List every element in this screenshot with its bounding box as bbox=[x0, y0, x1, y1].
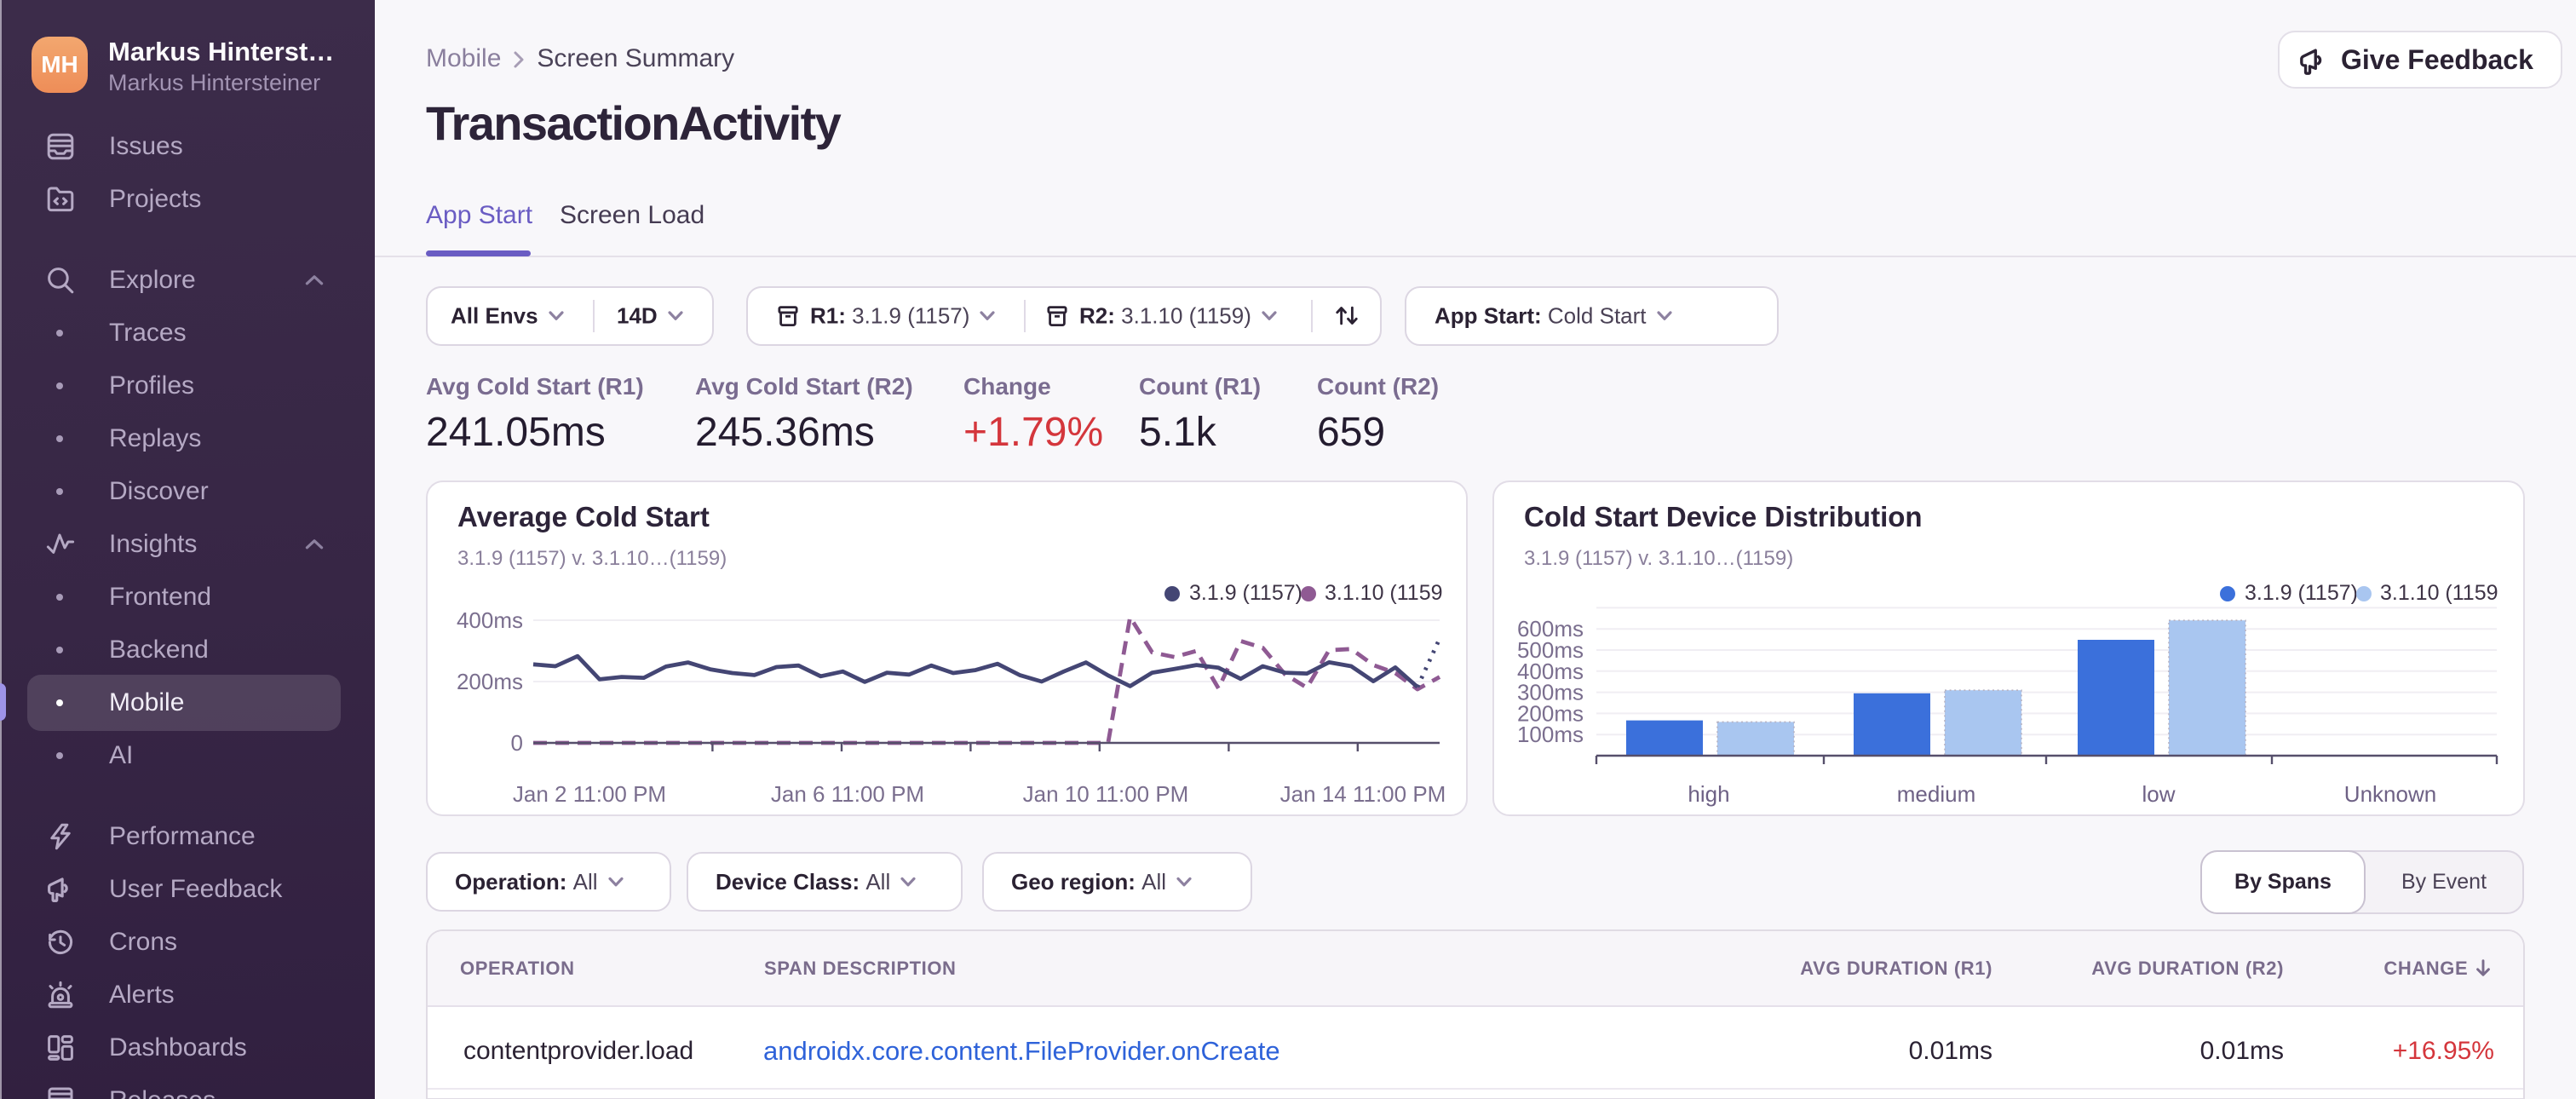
svg-text:medium: medium bbox=[1897, 781, 1975, 807]
svg-text:Unknown: Unknown bbox=[2344, 781, 2436, 807]
svg-text:high: high bbox=[1688, 781, 1729, 807]
svg-text:Jan 6 11:00 PM: Jan 6 11:00 PM bbox=[771, 781, 924, 807]
svg-text:Jan 14 11:00 PM: Jan 14 11:00 PM bbox=[1280, 781, 1446, 807]
svg-text:0: 0 bbox=[511, 730, 523, 756]
svg-text:low: low bbox=[2142, 781, 2175, 807]
svg-text:400ms: 400ms bbox=[457, 607, 523, 633]
svg-text:200ms: 200ms bbox=[457, 669, 523, 694]
svg-text:600ms: 600ms bbox=[1517, 616, 1584, 642]
svg-text:Jan 10 11:00 PM: Jan 10 11:00 PM bbox=[1023, 781, 1189, 807]
svg-text:Jan 2 11:00 PM: Jan 2 11:00 PM bbox=[513, 781, 666, 807]
